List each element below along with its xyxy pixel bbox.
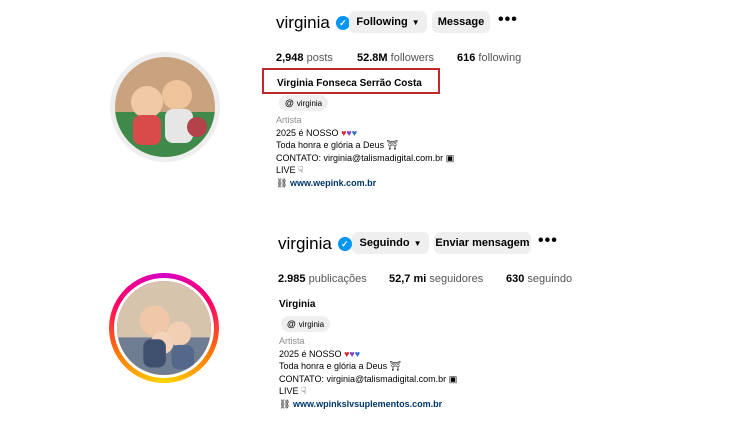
- threads-badge[interactable]: @ virginia: [279, 95, 329, 111]
- stat-following[interactable]: 630 seguindo: [506, 273, 572, 285]
- bio-line-4: LIVE ☟: [276, 165, 304, 175]
- profile-header-portuguese: virginia ✓ Seguindo ▼ Enviar mensagem ••…: [0, 221, 750, 421]
- username-row: virginia ✓: [278, 234, 352, 254]
- following-button[interactable]: Seguindo ▼: [352, 232, 429, 254]
- heart-blue-icon: ♥: [354, 348, 361, 359]
- following-button[interactable]: Following ▼: [349, 11, 427, 33]
- username-row: virginia ✓: [276, 13, 350, 33]
- bio-line-4: LIVE ☟: [279, 386, 307, 396]
- verified-badge-icon: ✓: [337, 237, 352, 251]
- message-button[interactable]: Message: [432, 11, 490, 33]
- bio-link-row[interactable]: ⛓ www.wpinkslvsuplementos.com.br: [279, 398, 457, 411]
- bio-link-row[interactable]: ⛓ www.wepink.com.br: [276, 177, 454, 190]
- avatar[interactable]: [115, 57, 215, 157]
- threads-badge[interactable]: @ virginia: [281, 316, 331, 332]
- praying-hands-icon: ⛩: [389, 361, 402, 371]
- bio-line-3: CONTATO: virginia@talismadigital.com.br …: [276, 152, 455, 163]
- avatar-photo: [117, 281, 211, 375]
- bio: Artista 2025 é NOSSO ♥♥♥ Toda honra e gl…: [276, 114, 454, 189]
- stat-posts[interactable]: 2,948 posts: [276, 52, 333, 64]
- full-name: Virginia: [279, 299, 316, 310]
- bio-line-1: 2025 é NOSSO ♥♥♥: [276, 127, 358, 138]
- verified-badge-icon: ✓: [335, 16, 350, 30]
- inbox-icon: ▣: [448, 373, 458, 384]
- highlight-annotation-box: [262, 68, 440, 94]
- threads-icon: @: [285, 98, 294, 108]
- bio-line-2: Toda honra e glória a Deus ⛩: [276, 140, 399, 150]
- inbox-icon: ▣: [445, 152, 455, 163]
- avatar[interactable]: [114, 278, 214, 378]
- bio-line-1: 2025 é NOSSO ♥♥♥: [279, 348, 361, 359]
- bio-link[interactable]: www.wpinkslvsuplementos.com.br: [293, 399, 442, 409]
- bio-link[interactable]: www.wepink.com.br: [290, 178, 376, 188]
- pointing-hand-icon: ☟: [301, 386, 307, 396]
- chevron-down-icon: ▼: [413, 238, 422, 248]
- username: virginia: [276, 13, 330, 32]
- bio: Artista 2025 é NOSSO ♥♥♥ Toda honra e gl…: [279, 335, 457, 410]
- bio-line-3: CONTATO: virginia@talismadigital.com.br …: [279, 373, 458, 384]
- bio-line-2: Toda honra e glória a Deus ⛩: [279, 361, 402, 371]
- username: virginia: [278, 234, 332, 253]
- pointing-hand-icon: ☟: [298, 165, 304, 175]
- stat-followers[interactable]: 52,7 mi seguidores: [389, 273, 483, 285]
- link-icon: ⛓: [279, 398, 291, 409]
- praying-hands-icon: ⛩: [386, 140, 399, 150]
- message-button[interactable]: Enviar mensagem: [434, 232, 531, 254]
- stat-followers[interactable]: 52.8M followers: [357, 52, 434, 64]
- avatar-photo: [115, 57, 215, 157]
- avatar-story-ring[interactable]: [109, 273, 219, 383]
- threads-icon: @: [287, 319, 296, 329]
- more-options-icon[interactable]: •••: [498, 11, 518, 29]
- heart-blue-icon: ♥: [351, 127, 358, 138]
- profile-header-english: virginia ✓ Following ▼ Message ••• 2,948…: [0, 0, 750, 200]
- more-options-icon[interactable]: •••: [538, 232, 558, 250]
- stat-posts[interactable]: 2.985 publicações: [278, 273, 367, 285]
- link-icon: ⛓: [276, 177, 288, 188]
- chevron-down-icon: ▼: [411, 17, 420, 27]
- bio-category: Artista: [279, 336, 305, 346]
- stat-following[interactable]: 616 following: [457, 52, 521, 64]
- avatar-ring[interactable]: [110, 52, 220, 162]
- bio-category: Artista: [276, 115, 302, 125]
